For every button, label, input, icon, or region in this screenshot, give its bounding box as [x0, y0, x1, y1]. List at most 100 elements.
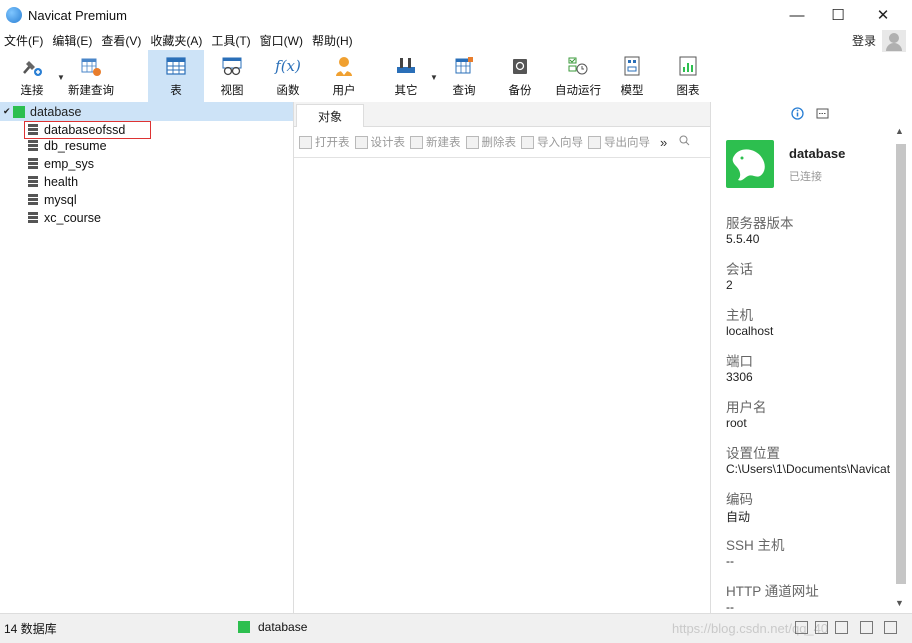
toolbar-table-button[interactable]: 表: [148, 50, 204, 102]
ddl-icon[interactable]: [816, 107, 829, 120]
other-icon: [395, 55, 417, 77]
tab-objects[interactable]: 对象: [296, 104, 364, 128]
tree-item-database[interactable]: xc_course: [28, 209, 101, 227]
expand-chevron-icon[interactable]: ✔: [3, 106, 13, 117]
current-connection: database: [258, 620, 308, 634]
design-table-label: 设计表: [370, 137, 406, 149]
info-icon[interactable]: [791, 107, 804, 120]
prop-encoding-value: 自动: [726, 510, 751, 524]
toolbar-chart-button[interactable]: 图表: [666, 50, 710, 102]
tree-root-connection[interactable]: ✔ database: [0, 102, 293, 121]
user-icon: [333, 55, 355, 77]
tree-item-database[interactable]: mysql: [28, 191, 77, 209]
view-icon: [221, 55, 243, 77]
status-bar: 14 数据库 database https://blog.csdn.net/qq…: [0, 613, 912, 643]
other-dropdown-icon[interactable]: ▼: [430, 73, 438, 82]
delete-table-label: 删除表: [481, 137, 517, 149]
connection-icon: [13, 105, 25, 118]
toolbar-label: 图表: [676, 85, 700, 97]
tree-item-label: health: [44, 175, 79, 189]
toolbar-model-button[interactable]: 模型: [610, 50, 654, 102]
toolbar-label: 视图: [220, 85, 244, 97]
toolbar-other-button[interactable]: 其它: [384, 50, 428, 102]
prop-ssh-host-value: --: [726, 554, 734, 568]
design-table-button[interactable]: 设计表: [354, 134, 406, 150]
scroll-down-icon[interactable]: ▼: [895, 598, 904, 608]
prop-ssh-host-label: SSH 主机: [726, 538, 785, 553]
close-button[interactable]: ✕: [860, 0, 906, 30]
detail-view-icon[interactable]: [815, 621, 828, 634]
delete-table-button[interactable]: 删除表: [465, 134, 517, 150]
function-icon: f(x): [275, 57, 301, 75]
new-table-button[interactable]: 新建表: [410, 134, 461, 150]
import-wizard-button[interactable]: 导入向导: [521, 134, 583, 150]
export-wizard-label: 导出向导: [604, 137, 650, 149]
menu-file[interactable]: 文件(F): [0, 32, 48, 49]
export-wizard-button[interactable]: 导出向导: [588, 134, 650, 150]
toolbar-connect-button[interactable]: 连接: [10, 50, 54, 102]
toolbar-automation-button[interactable]: 自动运行: [550, 50, 606, 102]
open-table-button[interactable]: 打开表: [299, 134, 350, 150]
new-query-icon: [80, 55, 102, 77]
grid-view-icon[interactable]: [835, 621, 848, 634]
prop-session-value: 2: [726, 278, 733, 292]
toolbar-label: 连接: [20, 85, 44, 97]
toolbar-backup-button[interactable]: 备份: [498, 50, 542, 102]
info-pane: database 已连接 服务器版本 5.5.40 会话 2 主机 localh…: [710, 102, 912, 613]
connection-status: 已连接: [789, 171, 822, 183]
tree-item-label: databaseofssd: [44, 123, 126, 137]
more-actions-icon[interactable]: »: [660, 135, 667, 150]
minimize-button[interactable]: —: [774, 0, 820, 30]
tree-item-label: xc_course: [44, 211, 101, 225]
toolbar-label: 查询: [452, 85, 476, 97]
menu-favorites[interactable]: 收藏夹(A): [146, 32, 207, 49]
info-panel-toggle-icon[interactable]: [884, 621, 897, 634]
tree-item-database[interactable]: health: [28, 173, 78, 191]
login-link[interactable]: 登录: [852, 32, 876, 49]
maximize-button[interactable]: ☐: [815, 0, 861, 30]
list-view-icon[interactable]: [795, 621, 808, 634]
import-wizard-icon: [521, 135, 534, 149]
toolbar-label: 自动运行: [555, 85, 601, 97]
toolbar-function-button[interactable]: f(x) 函数: [266, 50, 310, 102]
prop-host-label: 主机: [726, 308, 753, 323]
toolbar-label: 其它: [394, 85, 418, 97]
tree-item-database[interactable]: emp_sys: [28, 155, 94, 173]
model-icon: [621, 55, 643, 77]
new-table-icon: [410, 135, 423, 149]
table-icon: [165, 55, 187, 77]
import-wizard-label: 导入向导: [537, 137, 583, 149]
navicat-logo-icon: [6, 7, 22, 23]
database-icon: [28, 176, 38, 187]
avatar[interactable]: [882, 30, 906, 52]
toolbar-view-button[interactable]: 视图: [210, 50, 254, 102]
object-pane: 对象 打开表 设计表 新建表 删除表 导入向导 导出向导 »: [294, 102, 710, 613]
menu-view[interactable]: 查看(V): [97, 32, 146, 49]
scroll-up-icon[interactable]: ▲: [895, 126, 904, 136]
toolbar-query-button[interactable]: 查询: [442, 50, 486, 102]
main-toolbar: 连接 ▼ 新建查询 表 视图 f(x) 函数 用户 其它 ▼ 查询 备份 自动运…: [0, 50, 912, 102]
prop-settings-location-value: C:\Users\1\Documents\Navicat: [726, 462, 891, 476]
export-wizard-icon: [588, 135, 601, 149]
database-icon: [28, 124, 38, 135]
toolbar-new-query-button[interactable]: 新建查询: [64, 50, 118, 102]
menu-help[interactable]: 帮助(H): [308, 32, 358, 49]
new-table-label: 新建表: [426, 137, 461, 149]
menu-edit[interactable]: 编辑(E): [48, 32, 97, 49]
menu-tools[interactable]: 工具(T): [207, 32, 255, 49]
design-table-icon: [354, 135, 368, 149]
toolbar-label: 用户: [332, 85, 356, 97]
toolbar-user-button[interactable]: 用户: [322, 50, 366, 102]
connect-icon: [21, 55, 43, 77]
tree-root-label: database: [30, 104, 82, 119]
connection-tree-pane: ✔ database databaseofssd db_resume emp_s…: [0, 102, 294, 613]
toolbar-label: 模型: [620, 85, 644, 97]
search-icon[interactable]: [679, 135, 690, 149]
info-scrollbar[interactable]: ▲ ▼: [893, 124, 907, 612]
split-view-icon[interactable]: [860, 621, 873, 634]
tree-item-database[interactable]: db_resume: [28, 137, 107, 155]
toolbar-label: 函数: [276, 85, 300, 97]
menu-window[interactable]: 窗口(W): [256, 32, 308, 49]
scrollbar-thumb[interactable]: [896, 144, 906, 584]
prop-session-label: 会话: [726, 262, 753, 277]
